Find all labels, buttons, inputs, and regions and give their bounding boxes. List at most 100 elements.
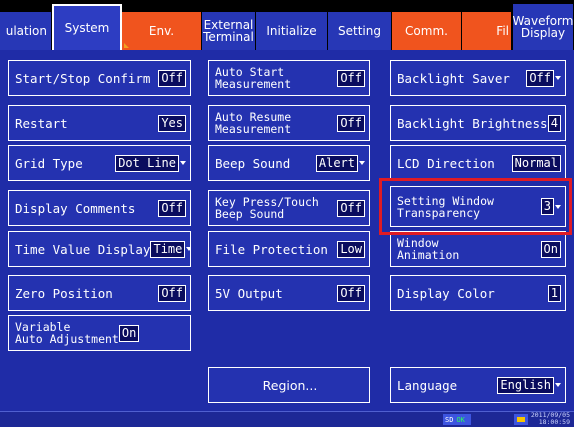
- button-label: Backlight Brightness: [397, 115, 548, 131]
- file-protection-button[interactable]: File Protection Low: [208, 231, 370, 267]
- dropdown-value: English: [497, 376, 561, 394]
- setting-value: Off: [337, 284, 365, 302]
- setting-value: Dot Line: [115, 154, 179, 172]
- tab-label: Env.: [148, 24, 175, 38]
- setting-value: English: [497, 376, 554, 394]
- button-label: Region...: [262, 377, 318, 393]
- tab-env[interactable]: Env.: [122, 12, 202, 50]
- button-label: Display Color: [397, 285, 495, 301]
- setting-value: Normal: [511, 154, 561, 172]
- backlight-saver-button[interactable]: Backlight Saver Off: [390, 60, 566, 96]
- dropdown-value: Off: [526, 69, 561, 87]
- dropdown-arrow-icon: [180, 161, 186, 165]
- auto-start-measurement-button[interactable]: Auto Start Measurement Off: [208, 60, 370, 96]
- button-label: Grid Type: [15, 155, 83, 171]
- tab-waveform-display[interactable]: Waveform Display: [512, 4, 574, 50]
- 5v-output-button[interactable]: 5V Output Off: [208, 275, 370, 311]
- region-button[interactable]: Region...: [208, 367, 370, 403]
- label-line2: Measurement: [215, 77, 292, 91]
- dropdown-value: Dot Line: [115, 154, 186, 172]
- grid-type-button[interactable]: Grid Type Dot Line: [8, 145, 191, 181]
- tab-label: Fil: [496, 24, 509, 38]
- setting-value: 1: [547, 284, 561, 302]
- tab-label: Setting: [338, 24, 381, 38]
- button-label: Zero Position: [15, 285, 113, 301]
- tab-label: System: [64, 21, 110, 35]
- button-label: Restart: [15, 115, 68, 131]
- highlight-box: [379, 178, 572, 235]
- status-bar: SD OK 2011/09/05 18:00:59: [0, 411, 574, 427]
- button-label: LCD Direction: [397, 155, 495, 171]
- label-line2: Measurement: [215, 122, 292, 136]
- sd-card-status: SD OK: [443, 414, 471, 425]
- settings-screen: ulation System Env. External Terminal Ini…: [0, 0, 574, 427]
- button-label: File Protection: [215, 241, 328, 257]
- dropdown-value: Time: [150, 240, 190, 258]
- display-comments-button[interactable]: Display Comments Off: [8, 190, 191, 226]
- label-line2: Auto Adjustment: [15, 332, 119, 346]
- dropdown-arrow-icon: [555, 76, 561, 80]
- time-value-display-button[interactable]: Time Value Display Time: [8, 231, 191, 267]
- setting-value: Off: [158, 69, 186, 87]
- tab-external-terminal[interactable]: External Terminal: [202, 12, 256, 50]
- start-stop-confirm-button[interactable]: Start/Stop Confirm Off: [8, 60, 191, 96]
- setting-value: Time: [150, 240, 186, 258]
- setting-value: Off: [337, 114, 365, 132]
- lcd-direction-button[interactable]: LCD Direction Normal: [390, 145, 566, 181]
- setting-value: Off: [158, 199, 186, 217]
- auto-resume-measurement-button[interactable]: Auto Resume Measurement Off: [208, 105, 370, 141]
- label-line2: Beep Sound: [215, 207, 285, 221]
- button-label: Key Press/Touch Beep Sound: [215, 196, 319, 220]
- button-label: Auto Resume Measurement: [215, 111, 291, 135]
- time: 18:00:59: [538, 418, 570, 426]
- tab-label: Comm.: [405, 24, 448, 38]
- setting-value: On: [118, 324, 140, 342]
- tab-comm[interactable]: Comm.: [392, 12, 462, 50]
- setting-value: Low: [337, 240, 365, 258]
- key-press-touch-beep-button[interactable]: Key Press/Touch Beep Sound Off: [208, 190, 370, 226]
- label-line2: Animation: [397, 248, 460, 262]
- button-label: Auto Start Measurement: [215, 66, 291, 90]
- sd-state: OK: [456, 415, 465, 424]
- tab-label: Initialize: [266, 24, 317, 38]
- backlight-brightness-button[interactable]: Backlight Brightness 4: [390, 105, 566, 141]
- beep-sound-button[interactable]: Beep Sound Alert: [208, 145, 370, 181]
- corner-mark: [124, 43, 129, 48]
- tab-label: ulation: [5, 24, 47, 38]
- setting-value: Off: [158, 284, 186, 302]
- button-label: 5V Output: [215, 285, 283, 301]
- button-label: Variable Auto Adjustment: [15, 321, 119, 345]
- button-label: Start/Stop Confirm: [15, 70, 151, 86]
- zero-position-button[interactable]: Zero Position Off: [8, 275, 191, 311]
- setting-value: Off: [526, 69, 554, 87]
- setting-value: On: [540, 240, 561, 258]
- display-color-button[interactable]: Display Color 1: [390, 275, 566, 311]
- datetime: 2011/09/05 18:00:59: [530, 412, 574, 426]
- setting-value: Off: [337, 199, 365, 217]
- variable-auto-adjustment-button[interactable]: Variable Auto Adjustment On: [8, 315, 191, 351]
- battery-icon: [514, 414, 528, 425]
- setting-value: Off: [337, 69, 365, 87]
- sd-label: SD: [445, 415, 454, 424]
- tab-calculation[interactable]: ulation: [0, 12, 52, 50]
- setting-value: 4: [547, 114, 561, 132]
- dropdown-value: Alert: [315, 154, 365, 172]
- language-button[interactable]: Language English: [390, 367, 566, 403]
- window-animation-button[interactable]: Window Animation On: [390, 231, 566, 267]
- tab-file[interactable]: Fil: [462, 12, 512, 50]
- button-label: Language: [397, 377, 458, 393]
- button-label: Beep Sound: [215, 155, 291, 171]
- tab-initialize[interactable]: Initialize: [256, 12, 328, 50]
- dropdown-arrow-icon: [359, 161, 365, 165]
- tab-setting[interactable]: Setting: [328, 12, 392, 50]
- button-label: Time Value Display: [15, 241, 151, 257]
- dropdown-arrow-icon: [555, 383, 561, 387]
- button-label: Window Animation: [397, 237, 459, 261]
- setting-value: Alert: [315, 154, 358, 172]
- tab-label-line2: Display: [520, 26, 566, 40]
- button-label: Display Comments: [15, 200, 136, 216]
- restart-button[interactable]: Restart Yes: [8, 105, 191, 141]
- tab-bar: ulation System Env. External Terminal Ini…: [0, 0, 574, 50]
- tab-label-line2: Terminal: [203, 30, 254, 44]
- tab-system[interactable]: System: [52, 4, 122, 50]
